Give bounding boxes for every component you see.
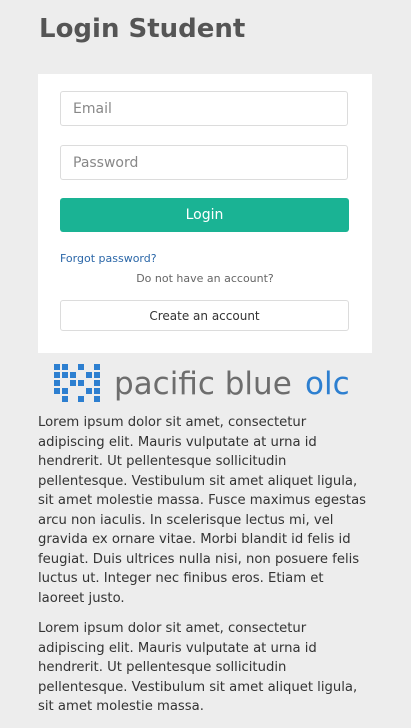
create-account-button[interactable]: Create an account — [60, 300, 349, 331]
login-button[interactable]: Login — [60, 198, 349, 232]
logo-brand-suffix: olc — [305, 366, 350, 402]
logo-brand-text: pacific blue — [114, 366, 292, 402]
login-card: Login Forgot password? Do not have an ac… — [38, 74, 372, 353]
logo-mark-icon: pacific blue olc — [54, 364, 350, 402]
content-paragraph-1: Lorem ipsum dolor sit amet, consectetur … — [38, 415, 367, 606]
email-field[interactable] — [60, 91, 348, 126]
no-account-text: Do not have an account? — [136, 272, 274, 285]
pacific-blue-logo: pacific blue olc — [52, 360, 357, 405]
content-paragraph-2: Lorem ipsum dolor sit amet, consectetur … — [38, 621, 358, 714]
page-title: Login Student — [39, 14, 246, 44]
forgot-password-link[interactable]: Forgot password? — [60, 252, 157, 265]
password-field[interactable] — [60, 145, 348, 180]
